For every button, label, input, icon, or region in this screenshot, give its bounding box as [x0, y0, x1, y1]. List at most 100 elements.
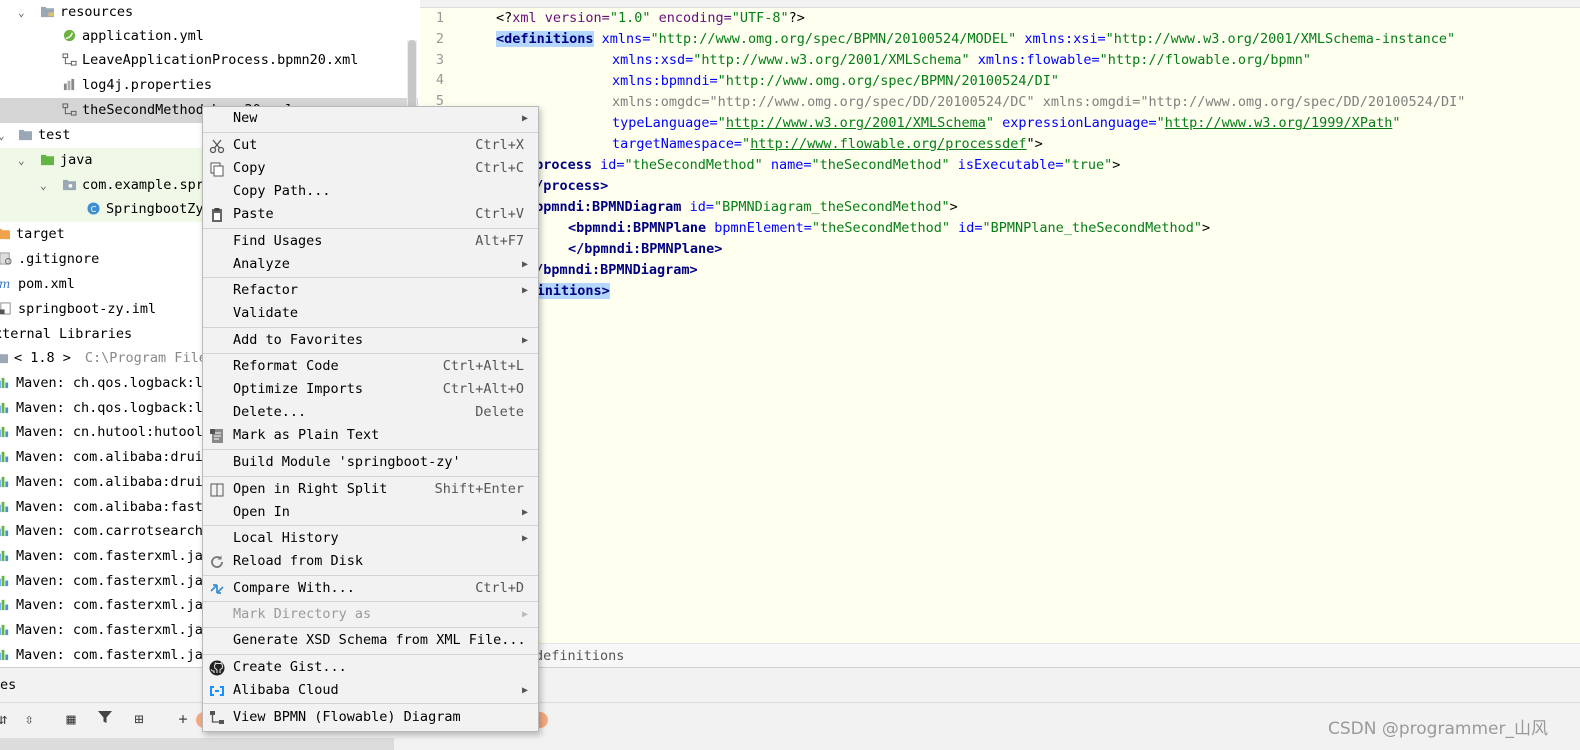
alibaba-cloud-icon: [210, 686, 224, 696]
properties-file-icon: [63, 78, 75, 91]
code-line-13: </bpmndi:BPMNDiagram>: [527, 262, 698, 278]
menu-item-reformat-code[interactable]: Reformat Code Ctrl+Alt+L: [203, 355, 538, 378]
bpmn-file-icon: [62, 103, 77, 116]
filter-icon[interactable]: [94, 708, 116, 730]
submenu-arrow-icon: ▶: [521, 533, 528, 544]
menu-item-validate[interactable]: Validate: [203, 302, 538, 325]
tree-item-label: Maven: com.fasterxml.jac: [16, 547, 212, 564]
menu-item-analyze[interactable]: Analyze ▶: [203, 253, 538, 276]
editor-tab-bar: [420, 0, 1580, 8]
menu-item-reload-from-disk[interactable]: Reload from Disk: [203, 550, 538, 573]
chevron-down-icon[interactable]: ⌄: [18, 0, 25, 25]
code-line-10: <bpmndi:BPMNDiagram id="BPMNDiagram_theS…: [527, 199, 958, 215]
chevron-down-icon[interactable]: ⌄: [18, 148, 25, 173]
library-icon: [0, 600, 9, 611]
tree-item-label: Maven: cn.hutool:hutool: [16, 424, 203, 441]
menu-item-alibaba-cloud[interactable]: Alibaba Cloud ▶: [203, 679, 538, 702]
processdef-link[interactable]: http://www.flowable.org/processdef: [750, 136, 1026, 152]
menu-item-local-history[interactable]: Local History ▶: [203, 527, 538, 550]
code-line-8: <process id="theSecondMethod" name="theS…: [527, 157, 1121, 173]
submenu-arrow-icon: ▶: [521, 507, 528, 518]
menu-item-build-module[interactable]: Build Module 'springboot-zy': [203, 451, 538, 474]
group-icon[interactable]: ▦: [60, 708, 82, 730]
menu-separator: [203, 601, 538, 602]
menu-item-open-in[interactable]: Open In ▶: [203, 501, 538, 524]
editor-breadcrumb[interactable]: definitions: [420, 643, 1580, 668]
test-source-folder-icon: [41, 154, 54, 166]
code-line-12: </bpmndi:BPMNPlane>: [568, 241, 723, 257]
library-icon: [0, 550, 9, 561]
tree-item-log4j[interactable]: log4j.properties: [0, 73, 418, 98]
xmlschema-link[interactable]: http://www.w3.org/2001/XMLSchema: [726, 115, 986, 131]
tree-item-label: Maven: com.alibaba:fast: [16, 498, 203, 515]
tree-item-label: springboot-zy.iml: [18, 301, 157, 317]
menu-item-create-gist[interactable]: Create Gist...: [203, 656, 538, 679]
menu-separator: [203, 228, 538, 229]
context-menu: New ▶ Cut Ctrl+X Copy Ctrl+C Copy Path... P…: [202, 106, 539, 732]
tree-item-resources[interactable]: ⌄ resources: [0, 0, 418, 25]
menu-item-refactor[interactable]: Refactor ▶: [203, 279, 538, 302]
menu-item-find-usages[interactable]: Find Usages Alt+F7: [203, 230, 538, 253]
tree-item-label: Maven: com.fasterxml.jac: [16, 646, 212, 663]
menu-item-new[interactable]: New ▶: [203, 107, 538, 130]
line-number: 1: [435, 10, 444, 26]
tree-item-label: Maven: ch.qos.logback:lo: [16, 399, 212, 416]
library-icon: [0, 526, 9, 537]
xpath-link[interactable]: http://www.w3.org/1999/XPath: [1165, 115, 1393, 131]
collapse-all-icon[interactable]: ⇳: [18, 708, 40, 730]
menu-item-copy-path[interactable]: Copy Path...: [203, 180, 538, 203]
add-icon[interactable]: +: [172, 708, 194, 730]
menu-separator: [203, 627, 538, 628]
menu-separator: [203, 449, 538, 450]
line-number: 3: [435, 51, 444, 68]
chevron-down-icon[interactable]: ⌄: [0, 123, 5, 148]
menu-item-open-right-split[interactable]: Open in Right Split Shift+Enter: [203, 478, 538, 501]
ignore-file-icon: [0, 252, 12, 265]
tree-item-label: Maven: com.fasterxml.jac: [16, 597, 212, 614]
submenu-arrow-icon: ▶: [521, 609, 528, 620]
menu-item-view-bpmn-diagram[interactable]: View BPMN (Flowable) Diagram: [203, 706, 538, 729]
library-icon: [0, 501, 9, 512]
tool-window-scrollbar[interactable]: [0, 738, 394, 750]
menu-separator: [203, 575, 538, 576]
menu-item-add-to-favorites[interactable]: Add to Favorites ▶: [203, 329, 538, 352]
tree-item-leave-bpmn[interactable]: LeaveApplicationProcess.bpmn20.xml: [0, 48, 418, 73]
menu-item-cut[interactable]: Cut Ctrl+X: [203, 134, 538, 157]
menu-separator: [203, 132, 538, 133]
menu-separator: [203, 277, 538, 278]
menu-item-paste[interactable]: Paste Ctrl+V: [203, 203, 538, 226]
tree-item-application-yml[interactable]: application.yml: [0, 24, 418, 49]
breadcrumb-item[interactable]: definitions: [535, 644, 624, 668]
menu-separator: [203, 353, 538, 354]
tree-item-label: Maven: ch.qos.logback:lo: [16, 375, 212, 391]
code-line-3: xmlns:xsd="http://www.w3.org/2001/XMLSch…: [612, 52, 1311, 68]
submenu-arrow-icon: ▶: [521, 335, 528, 346]
tool-window-title: es: [0, 677, 17, 693]
compare-icon: [210, 584, 224, 594]
menu-item-generate-xsd[interactable]: Generate XSD Schema from XML File...: [203, 629, 538, 652]
resources-folder-icon: [41, 6, 54, 18]
menu-separator: [203, 327, 538, 328]
menu-separator: [203, 654, 538, 655]
code-line-7: targetNamespace="http://www.flowable.org…: [612, 136, 1043, 152]
tree-item-label: resources: [60, 4, 134, 20]
menu-item-delete[interactable]: Delete... Delete: [203, 401, 538, 424]
expand-icon[interactable]: ⇵: [0, 708, 14, 730]
menu-item-copy[interactable]: Copy Ctrl+C: [203, 157, 538, 180]
tree-item-label: SpringbootZy: [106, 201, 204, 217]
package-icon: [63, 179, 76, 191]
library-icon: [0, 649, 9, 660]
chevron-down-icon[interactable]: ⌄: [40, 173, 47, 198]
line-number: 4: [435, 72, 444, 89]
jdk-folder-icon: [0, 353, 8, 364]
plain-text-icon: [210, 429, 223, 443]
add-frame-icon[interactable]: ⊞: [128, 708, 150, 730]
menu-item-mark-plain-text[interactable]: Mark as Plain Text: [203, 424, 538, 447]
tree-item-label: Maven: com.alibaba:drui: [16, 473, 203, 490]
submenu-arrow-icon: ▶: [521, 685, 528, 696]
tree-item-label: .gitignore: [18, 251, 100, 267]
line-number: 2: [435, 30, 444, 47]
bpmn-diagram-icon: [210, 711, 224, 724]
menu-item-compare-with[interactable]: Compare With... Ctrl+D: [203, 577, 538, 600]
menu-item-optimize-imports[interactable]: Optimize Imports Ctrl+Alt+O: [203, 378, 538, 401]
